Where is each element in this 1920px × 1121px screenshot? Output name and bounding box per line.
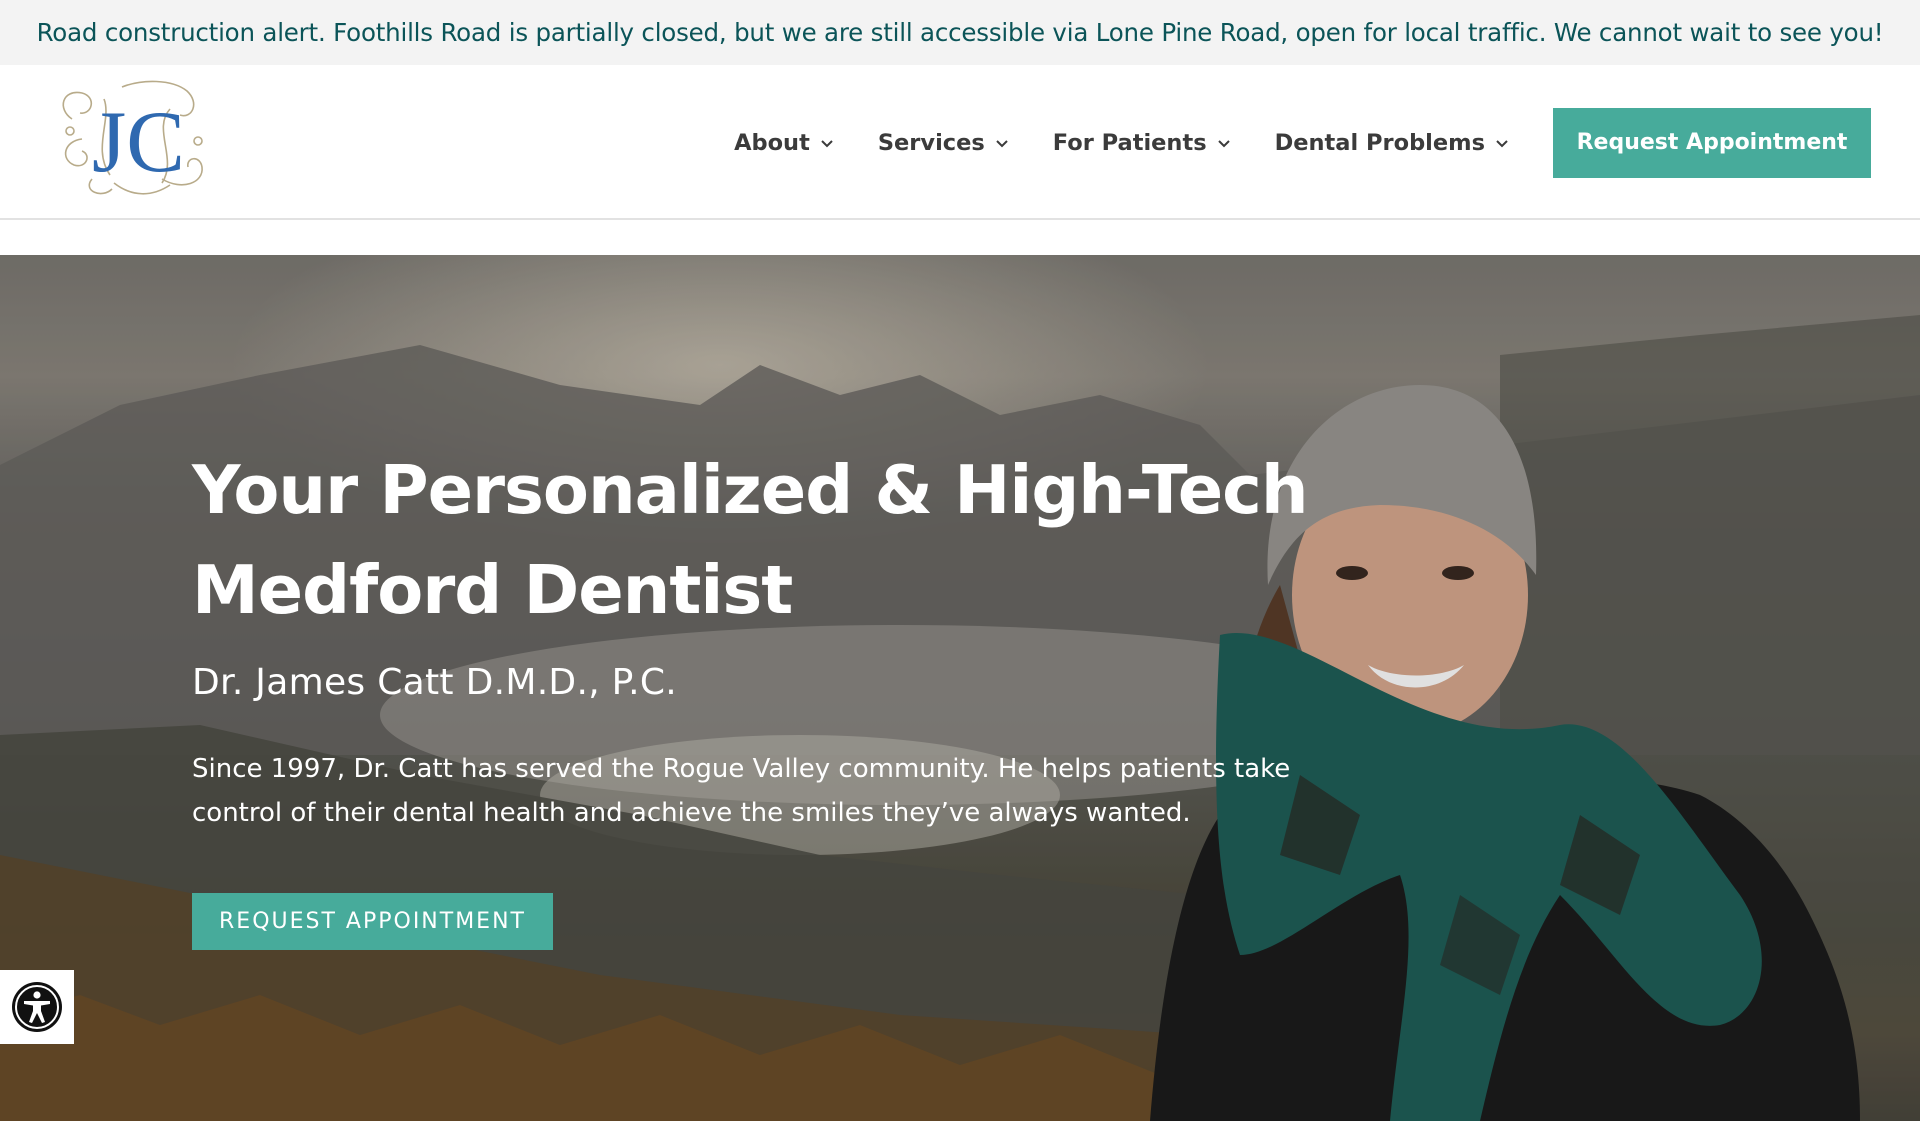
nav-services[interactable]: Services: [878, 130, 1009, 156]
chevron-down-icon: [1496, 139, 1508, 147]
main-nav: About Services For Patients Dental Probl…: [734, 65, 1920, 220]
hero-subtitle: Dr. James Catt D.M.D., P.C.: [192, 662, 678, 703]
nav-services-label: Services: [877, 129, 985, 156]
logo[interactable]: JC: [52, 79, 212, 203]
nav-dental-problems-label: Dental Problems: [1274, 129, 1485, 156]
alert-text: Road construction alert. Foothills Road …: [36, 18, 1884, 47]
accessibility-button[interactable]: [0, 970, 74, 1044]
hero-description: Since 1997, Dr. Catt has served the Rogu…: [192, 754, 1291, 828]
alert-bar: Road construction alert. Foothills Road …: [0, 0, 1920, 65]
header-spacer: [0, 220, 1920, 255]
hero-section: Your Personalized & High-Tech Medford De…: [0, 255, 1920, 1121]
hero-content: Your Personalized & High-Tech Medford De…: [192, 440, 1342, 950]
hero-title: Your Personalized & High-Tech Medford De…: [192, 451, 1309, 629]
nav-about[interactable]: About: [734, 130, 834, 156]
logo-letters: JC: [92, 94, 185, 191]
nav-dental-problems[interactable]: Dental Problems: [1275, 130, 1509, 156]
nav-for-patients-label: For Patients: [1052, 129, 1207, 156]
chevron-down-icon: [821, 139, 833, 147]
hero-request-appointment-button[interactable]: REQUEST APPOINTMENT: [192, 893, 553, 950]
chevron-down-icon: [996, 139, 1008, 147]
nav-about-label: About: [734, 129, 810, 156]
accessibility-icon: [12, 982, 62, 1032]
site-header: JC About Services For Patients Dental Pr…: [0, 65, 1920, 220]
nav-for-patients[interactable]: For Patients: [1053, 130, 1231, 156]
request-appointment-button[interactable]: Request Appointment: [1553, 107, 1871, 178]
chevron-down-icon: [1217, 139, 1230, 147]
